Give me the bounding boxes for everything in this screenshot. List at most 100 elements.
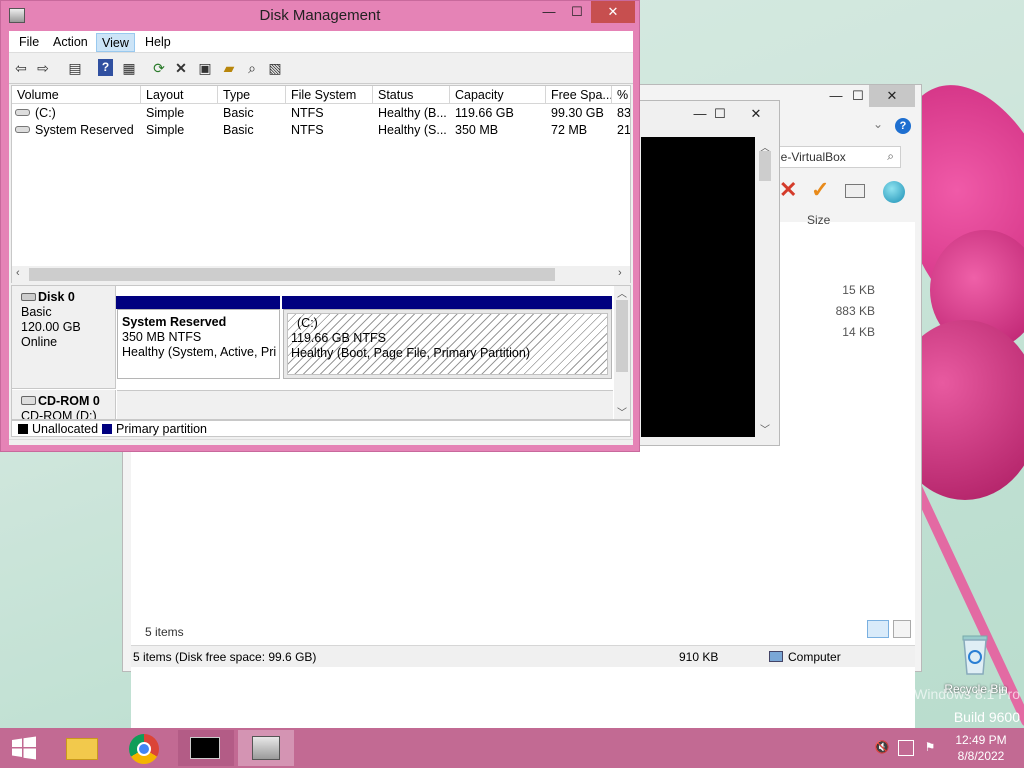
explorer-close-button[interactable]: ✕ [869, 85, 915, 107]
command-prompt-taskbar-button[interactable] [178, 730, 234, 766]
console-output-area[interactable] [641, 137, 755, 437]
forward-arrow-icon[interactable]: ⇨ [33, 58, 53, 78]
graph-vertical-scrollbar[interactable]: ︿ ﹀ [614, 286, 630, 419]
computer-icon [769, 651, 783, 662]
details-pane-icon[interactable]: ▦ [119, 58, 139, 78]
volume-file-system: NTFS [291, 106, 324, 120]
volume-list-horizontal-scrollbar[interactable]: ‹ › [12, 266, 630, 283]
column-header-capacity[interactable]: Capacity [450, 86, 546, 104]
volume-layout: Simple [146, 123, 185, 137]
start-button[interactable] [10, 736, 38, 760]
cdrom-0-name: CD-ROM 0 [38, 394, 100, 408]
action-center-flag-icon[interactable]: ⚑ [922, 740, 938, 756]
disk-0-header[interactable]: Disk 0 Basic 120.00 GB Online [12, 286, 116, 389]
large-icons-view-icon[interactable] [893, 620, 911, 638]
details-view-icon[interactable] [867, 620, 889, 638]
volume-percent-free: 21 [617, 123, 630, 137]
cdrom-0-area[interactable] [117, 390, 613, 419]
recycle-bin-icon[interactable] [955, 630, 995, 678]
partition-c[interactable]: (C:) 119.66 GB NTFS Healthy (Boot, Page … [283, 309, 612, 379]
search-input[interactable]: le-VirtualBox [778, 150, 846, 164]
checkmark-icon[interactable]: ✓ [811, 177, 829, 203]
cmd-close-button[interactable]: ✕ [733, 103, 779, 125]
chrome-taskbar-button[interactable] [118, 730, 170, 766]
menu-view[interactable]: View [96, 33, 135, 52]
scrollbar-thumb[interactable] [759, 151, 771, 181]
status-selected-size: 910 KB [679, 650, 719, 664]
console-tree-icon[interactable]: ▤ [65, 58, 85, 78]
command-prompt-window[interactable]: — ☐ ✕ ︿ ﹀ [636, 100, 780, 446]
chrome-icon [129, 734, 159, 764]
partition-bar-system-reserved [116, 296, 280, 309]
disk-management-window[interactable]: Disk Management — ☐ ✕ File Action View H… [0, 0, 640, 452]
delete-icon[interactable]: ✕ [171, 58, 191, 78]
partition-name: (C:) [297, 316, 318, 330]
help-book-icon[interactable]: ? [98, 59, 113, 76]
search-icon[interactable]: ⌕ [887, 149, 894, 164]
clock-date[interactable]: 8/8/2022 [948, 749, 1014, 763]
scroll-left-arrow-icon[interactable]: ‹ [16, 267, 20, 279]
file-size: 14 KB [842, 325, 875, 339]
partition-size: 350 MB NTFS [122, 330, 202, 344]
help-icon[interactable]: ? [895, 118, 911, 134]
open-folder-icon[interactable]: ▰ [219, 58, 239, 78]
disk-graphical-view[interactable]: Disk 0 Basic 120.00 GB Online System Res… [11, 285, 631, 420]
cd-drive-icon [21, 396, 36, 405]
partition-size: 119.66 GB NTFS [291, 331, 386, 345]
scroll-right-arrow-icon[interactable]: › [618, 267, 622, 279]
status-free-space: 5 items (Disk free space: 99.6 GB) [133, 650, 317, 664]
search-box[interactable]: le-VirtualBox ⌕ [773, 146, 901, 168]
column-header-volume[interactable]: Volume [12, 86, 141, 104]
column-header-layout[interactable]: Layout [141, 86, 218, 104]
minimize-button[interactable]: — [535, 1, 563, 23]
menu-help[interactable]: Help [140, 33, 176, 52]
volume-free-space: 72 MB [551, 123, 588, 137]
column-header-file-system[interactable]: File System [286, 86, 373, 104]
scroll-up-arrow-icon[interactable]: ︿ [617, 286, 627, 300]
volume-type: Basic [223, 106, 254, 120]
cdrom-0-drive: CD-ROM (D:) [21, 409, 97, 420]
menu-file[interactable]: File [14, 33, 44, 52]
maximize-button[interactable]: ☐ [563, 1, 591, 23]
column-header-percent-free[interactable]: % F [612, 86, 630, 104]
scroll-down-arrow-icon[interactable]: ﹀ [617, 404, 627, 419]
disk-0-state: Online [21, 335, 58, 349]
disk-settings-icon[interactable]: ▧ [265, 58, 285, 78]
volume-name: System Reserved [35, 123, 134, 137]
volume-capacity: 350 MB [455, 123, 499, 137]
partition-system-reserved[interactable]: System Reserved 350 MB NTFS Healthy (Sys… [117, 309, 280, 379]
volume-layout: Simple [146, 106, 185, 120]
globe-icon[interactable] [883, 181, 905, 203]
cdrom-0-header[interactable]: CD-ROM 0 CD-ROM (D:) [12, 390, 116, 420]
close-button[interactable]: ✕ [591, 1, 635, 23]
size-column-header[interactable]: Size [807, 213, 830, 227]
windows-logo-icon [12, 736, 36, 760]
scroll-down-arrow-icon[interactable]: ﹀ [760, 421, 770, 436]
volume-muted-icon[interactable]: 🔇 [874, 740, 890, 756]
network-icon[interactable] [898, 740, 914, 756]
disk-management-taskbar-button[interactable] [238, 730, 294, 766]
properties-icon[interactable] [845, 184, 865, 198]
clock-time[interactable]: 12:49 PM [948, 733, 1014, 747]
cmd-icon [190, 737, 220, 759]
properties-icon[interactable]: ▣ [195, 58, 215, 78]
refresh-icon[interactable]: ⟳ [149, 58, 169, 78]
legend-primary-label: Primary partition [116, 422, 207, 436]
volume-list[interactable]: Volume Layout Type File System Status Ca… [11, 85, 631, 283]
menu-action[interactable]: Action [48, 33, 93, 52]
file-size: 883 KB [835, 304, 875, 318]
cmd-vertical-scrollbar[interactable]: ︿ ﹀ [757, 137, 773, 437]
column-header-type[interactable]: Type [218, 86, 286, 104]
ribbon-expand-chevron-icon[interactable]: ⌄ [873, 117, 883, 131]
column-header-status[interactable]: Status [373, 86, 450, 104]
delete-icon[interactable]: ✕ [779, 177, 797, 203]
back-arrow-icon[interactable]: ⇦ [11, 58, 31, 78]
column-header-free-space[interactable]: Free Spa... [546, 86, 612, 104]
scrollbar-thumb[interactable] [616, 300, 628, 372]
scrollbar-thumb[interactable] [29, 268, 555, 281]
volume-capacity: 119.66 GB [455, 106, 514, 120]
volume-name: (C:) [35, 106, 56, 120]
status-bar [9, 439, 633, 445]
search-icon[interactable]: ⌕ [242, 58, 262, 78]
file-explorer-taskbar-button[interactable] [56, 730, 108, 766]
